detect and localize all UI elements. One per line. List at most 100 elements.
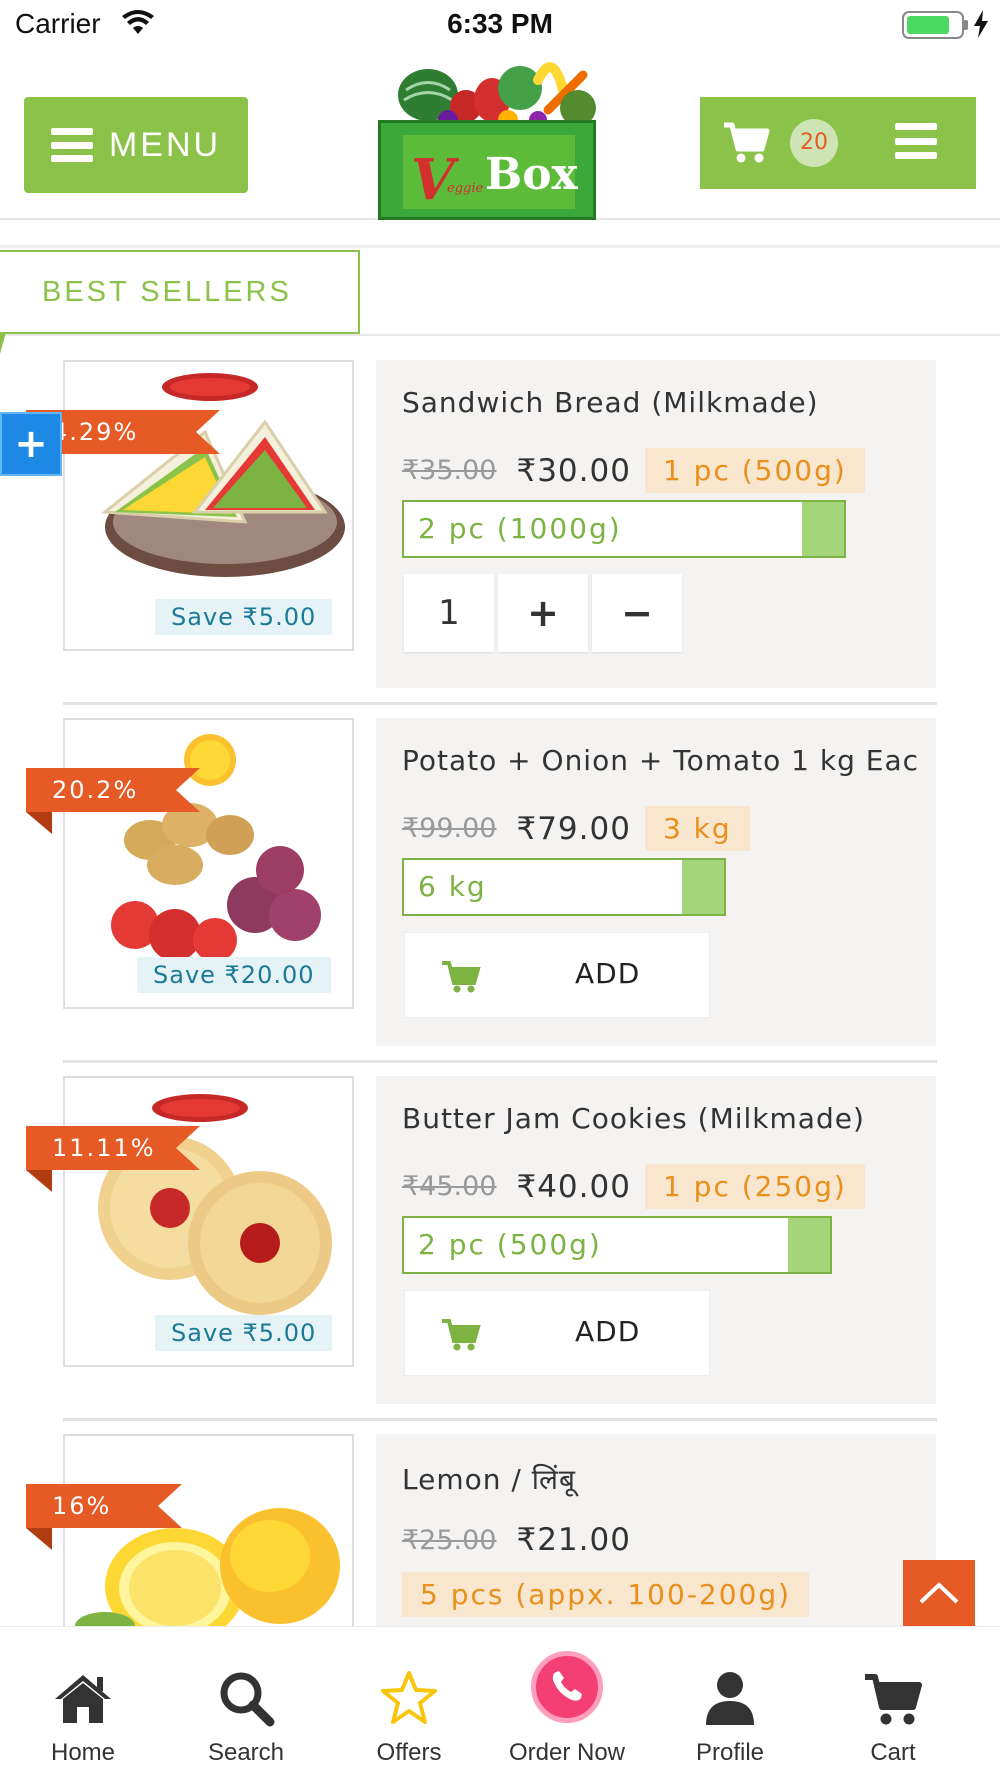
nav-home-label: Home [50, 1739, 116, 1766]
menu-label: MENU [108, 125, 222, 164]
add-to-cart-button[interactable]: ADD [404, 1290, 710, 1376]
product-image[interactable]: Save ₹5.00 [63, 1076, 354, 1367]
menu-button[interactable]: MENU [24, 97, 248, 193]
user-icon [706, 1672, 754, 1725]
option-handle [802, 502, 844, 556]
logo-v: V [411, 147, 455, 213]
nav-search-label: Search [207, 1739, 285, 1766]
app-header: MENU V eggie Box 20 [0, 50, 1000, 220]
battery-nub [964, 20, 968, 30]
increase-button[interactable]: + [498, 574, 588, 652]
price-row: ₹25.00 ₹21.00 [402, 1522, 645, 1558]
cart-icon[interactable] [722, 119, 770, 165]
nav-order-now[interactable]: Order Now [484, 1627, 650, 1778]
original-price: ₹25.00 [402, 1524, 497, 1556]
save-label: Save ₹5.00 [155, 1315, 333, 1351]
original-price: ₹99.00 [402, 813, 497, 844]
section-tab-bar: BEST SELLERS [0, 250, 1000, 336]
chevron-up-icon [919, 1582, 959, 1604]
status-bar: Carrier 6:33 PM [0, 0, 1000, 50]
bottom-navigation: Home Search Offers Order Now Profile Car… [0, 1626, 1000, 1778]
product-card: Save ₹5.00 11.11% Butter Jam Cookies (Mi… [0, 1076, 1000, 1434]
nav-offers[interactable]: Offers [326, 1627, 492, 1778]
discount-ribbon: 20.2% [26, 768, 200, 812]
sale-price: ₹40.00 [516, 1168, 631, 1205]
product-name[interactable]: Lemon / लिंबू [402, 1460, 922, 1498]
veggie-box-logo[interactable]: V eggie Box [378, 50, 628, 220]
add-to-cart-button[interactable]: ADD [404, 932, 710, 1018]
home-icon [55, 1675, 111, 1723]
discount-ribbon: 11.11% [26, 1126, 200, 1170]
product-name[interactable]: Sandwich Bread (Milkmade) [402, 386, 922, 419]
nav-search[interactable]: Search [163, 1627, 329, 1778]
sale-price: ₹79.00 [516, 810, 631, 847]
nav-home[interactable]: Home [0, 1627, 166, 1778]
add-label: ADD [575, 1315, 641, 1348]
price-row: ₹35.00 ₹30.00 1 pc (500g) [402, 448, 865, 493]
option-handle [682, 860, 724, 914]
price-row: ₹99.00 ₹79.00 3 kg [402, 806, 750, 851]
ribbon-fold [26, 812, 52, 834]
discount-ribbon: 16% [26, 1484, 182, 1528]
nav-offers-label: Offers [376, 1739, 442, 1766]
battery-icon [902, 11, 964, 39]
logo-box-text: Box [485, 149, 578, 200]
unit-option-label: 6 kg [418, 870, 487, 903]
nav-profile[interactable]: Profile [647, 1627, 813, 1778]
product-image[interactable]: Save ₹5.00 [63, 360, 354, 651]
unit-option[interactable]: 2 pc (500g) [402, 1216, 832, 1274]
selected-unit[interactable]: 1 pc (250g) [644, 1164, 865, 1209]
tab-best-sellers[interactable]: BEST SELLERS [0, 250, 360, 334]
save-label: Save ₹5.00 [155, 599, 333, 635]
star-icon [381, 1671, 437, 1724]
selected-unit[interactable]: 1 pc (500g) [644, 448, 865, 493]
section-divider [0, 245, 1000, 248]
cart-icon [865, 1674, 922, 1725]
tab-marker [0, 332, 6, 354]
option-handle [788, 1218, 830, 1272]
product-info: Sandwich Bread (Milkmade) ₹35.00 ₹30.00 … [376, 360, 936, 688]
unit-option-label: 2 pc (500g) [418, 1228, 602, 1261]
search-icon [220, 1672, 275, 1727]
product-image[interactable]: Save ₹20.00 [63, 718, 354, 1009]
quantity-stepper: 1 + − [404, 574, 686, 652]
order-now-circle [531, 1651, 603, 1723]
unit-option[interactable]: 6 kg [402, 858, 726, 916]
scroll-to-top-button[interactable] [903, 1560, 975, 1626]
save-label: Save ₹20.00 [137, 957, 331, 993]
add-label: ADD [575, 957, 641, 990]
hamburger-icon [50, 128, 93, 162]
product-image[interactable] [63, 1434, 354, 1634]
quantity-field[interactable]: 1 [404, 574, 494, 652]
cart-icon [442, 1319, 481, 1351]
nav-cart[interactable]: Cart [810, 1627, 976, 1778]
nav-order-now-label: Order Now [508, 1739, 626, 1766]
product-separator [63, 1060, 937, 1063]
header-cart-panel: 20 [700, 97, 976, 189]
decrease-button[interactable]: − [592, 574, 682, 652]
product-info: Lemon / लिंबू ₹25.00 ₹21.00 5 pcs (appx.… [376, 1434, 936, 1634]
options-menu-icon[interactable] [895, 123, 937, 159]
phone-icon [552, 1671, 582, 1701]
floating-plus-button[interactable]: + [0, 412, 62, 476]
product-separator [63, 1418, 937, 1421]
nav-profile-label: Profile [695, 1739, 765, 1766]
product-card: Save ₹5.00 4.29% Sandwich Bread (Milkmad… [0, 360, 1000, 718]
price-row: ₹45.00 ₹40.00 1 pc (250g) [402, 1164, 865, 1209]
vegetables-illustration [398, 62, 596, 130]
ribbon-fold [26, 1170, 52, 1192]
product-card: Save ₹20.00 20.2% Potato + Onion + Tomat… [0, 718, 1000, 1076]
selected-unit[interactable]: 5 pcs (appx. 100-200g) [402, 1572, 810, 1617]
cart-icon [442, 961, 481, 993]
unit-option[interactable]: 2 pc (1000g) [402, 500, 846, 558]
product-name[interactable]: Butter Jam Cookies (Milkmade) [402, 1102, 922, 1135]
sale-price: ₹21.00 [516, 1522, 631, 1558]
original-price: ₹45.00 [402, 1171, 497, 1202]
product-info: Butter Jam Cookies (Milkmade) ₹45.00 ₹40… [376, 1076, 936, 1404]
ribbon-fold [26, 1528, 52, 1550]
sale-price: ₹30.00 [516, 452, 631, 489]
product-info: Potato + Onion + Tomato 1 kg Each ₹99.00… [376, 718, 936, 1046]
selected-unit[interactable]: 3 kg [644, 806, 750, 851]
cart-count-badge[interactable]: 20 [790, 119, 838, 167]
product-name[interactable]: Potato + Onion + Tomato 1 kg Each [402, 744, 918, 777]
